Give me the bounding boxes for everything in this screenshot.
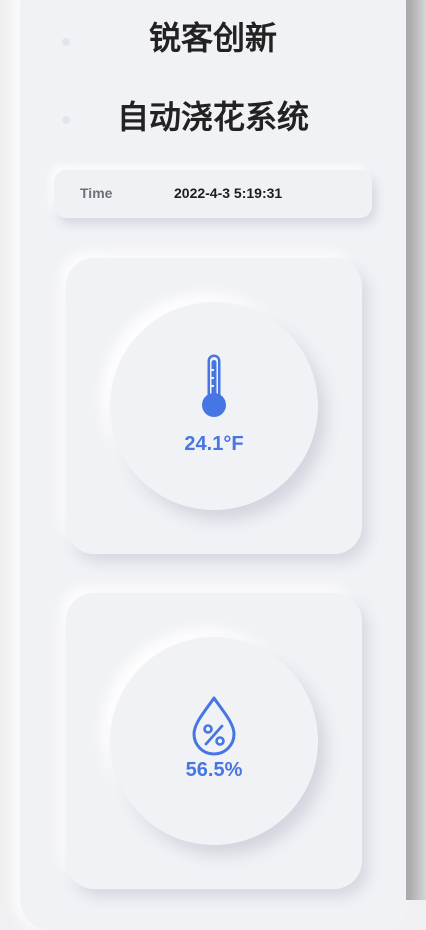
page-title: 自动浇花系统 xyxy=(116,98,309,136)
humidity-value: 56.5% xyxy=(185,759,243,781)
humidity-drop-icon xyxy=(110,695,318,757)
time-value: 2022-4-3 5:19:31 xyxy=(174,185,283,201)
temperature-value: 24.1°F xyxy=(184,433,244,455)
humidity-gauge: 56.5% xyxy=(110,637,318,845)
humidity-card[interactable]: 56.5% xyxy=(66,593,362,889)
time-bar: Time 2022-4-3 5:19:31 xyxy=(54,170,372,218)
thermometer-icon xyxy=(110,352,318,420)
temperature-card[interactable]: 24.1°F xyxy=(66,258,362,554)
time-label: Time xyxy=(80,185,113,201)
brand-title: 锐客创新 xyxy=(148,19,277,57)
background-strip xyxy=(406,0,426,900)
temperature-gauge: 24.1°F xyxy=(110,302,318,510)
